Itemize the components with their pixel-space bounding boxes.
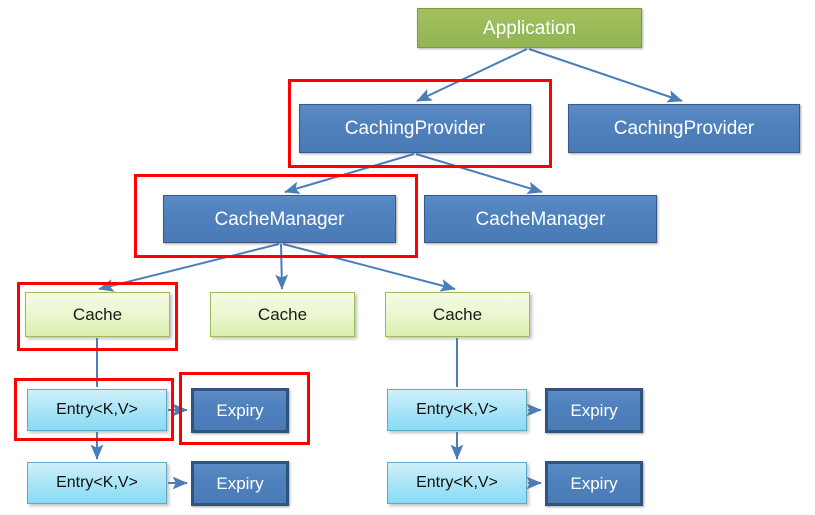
node-cache-1[interactable]: Cache: [25, 292, 170, 337]
node-expiry-1[interactable]: Expiry: [191, 388, 289, 433]
node-entry-4[interactable]: Entry<K,V>: [387, 462, 527, 504]
node-application[interactable]: Application: [417, 8, 642, 48]
node-caching-provider-2[interactable]: CachingProvider: [568, 104, 800, 153]
node-cache-2[interactable]: Cache: [210, 292, 355, 337]
node-entry-3[interactable]: Entry<K,V>: [387, 389, 527, 431]
node-cache-3[interactable]: Cache: [385, 292, 530, 337]
node-expiry-4[interactable]: Expiry: [545, 461, 643, 506]
node-cache-manager-2[interactable]: CacheManager: [424, 195, 657, 243]
node-caching-provider-1[interactable]: CachingProvider: [299, 104, 531, 153]
node-expiry-2[interactable]: Expiry: [191, 461, 289, 506]
node-expiry-3[interactable]: Expiry: [545, 388, 643, 433]
node-cache-manager-1[interactable]: CacheManager: [163, 195, 396, 243]
node-entry-1[interactable]: Entry<K,V>: [27, 389, 167, 431]
diagram-canvas: Application CachingProvider CachingProvi…: [0, 0, 815, 515]
node-entry-2[interactable]: Entry<K,V>: [27, 462, 167, 504]
